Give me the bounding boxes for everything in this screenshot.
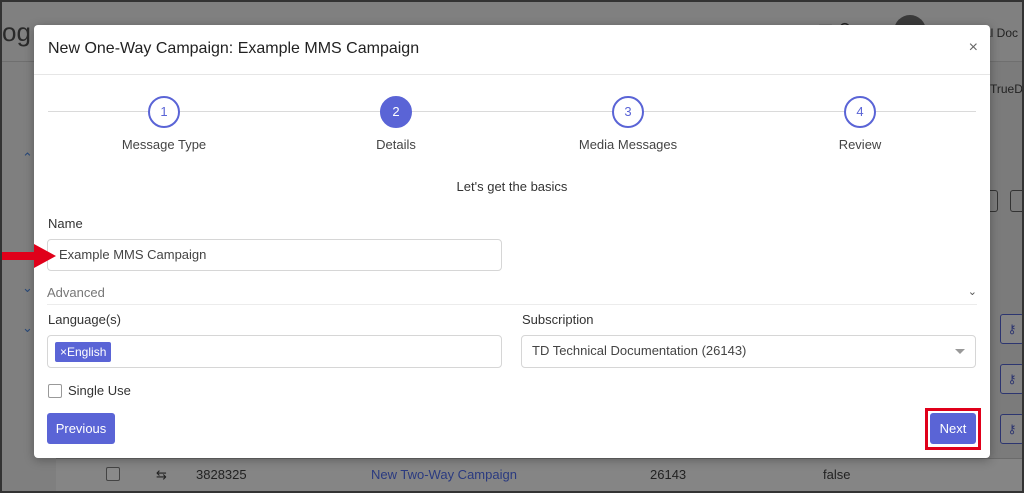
form-subtitle: Let's get the basics [456, 179, 568, 194]
chevron-down-icon: ⌄ [22, 280, 33, 295]
step-review[interactable]: 4 Review [780, 96, 940, 152]
step-label: Review [838, 137, 882, 152]
language-label: Language(s) [48, 312, 121, 327]
step-details[interactable]: 2 Details [316, 96, 476, 152]
step-label: Details [376, 137, 416, 152]
subscription-select[interactable]: TD Technical Documentation (26143) [521, 335, 976, 368]
step-number: 3 [612, 96, 644, 128]
step-message-type[interactable]: 1 Message Type [84, 96, 244, 152]
step-number: 4 [844, 96, 876, 128]
red-arrow-icon [2, 244, 56, 268]
row-id: 3828325 [196, 467, 247, 482]
key-icon: ⚷ [1000, 414, 1024, 444]
modal-header: New One-Way Campaign: Example MMS Campai… [34, 25, 990, 75]
previous-button[interactable]: Previous [47, 413, 115, 444]
close-icon[interactable]: × [969, 39, 978, 57]
language-multiselect[interactable]: ×English [47, 335, 502, 368]
row-flag: false [823, 467, 851, 482]
bg-table-row: ⇆ 3828325 New Two-Way Campaign 26143 fal… [56, 458, 1024, 493]
step-label: Message Type [121, 137, 207, 152]
step-number: 2 [380, 96, 412, 128]
step-number: 1 [148, 96, 180, 128]
row-checkbox [106, 467, 120, 481]
single-use-label: Single Use [68, 383, 131, 398]
key-icon: ⚷ [1000, 364, 1024, 394]
row-name: New Two-Way Campaign [371, 467, 517, 482]
key-icon: ⚷ [1000, 314, 1024, 344]
advanced-toggle[interactable]: Advanced ⌄ [47, 285, 977, 305]
bg-logo: og [2, 17, 31, 47]
single-use-checkbox[interactable] [48, 384, 62, 398]
chevron-down-icon: ⌄ [22, 320, 33, 335]
caret-down-icon [955, 349, 965, 354]
language-tag[interactable]: ×English [55, 342, 112, 362]
subscription-value: TD Technical Documentation (26143) [532, 343, 747, 358]
bg-column-header: TrueD [990, 82, 1023, 96]
step-label: Media Messages [578, 137, 678, 152]
next-button[interactable]: Next [930, 413, 976, 444]
subscription-label: Subscription [522, 312, 594, 327]
advanced-label: Advanced [47, 285, 105, 300]
swap-icon: ⇆ [156, 467, 167, 482]
row-subscription: 26143 [650, 467, 687, 482]
bg-button [1010, 190, 1024, 212]
name-label: Name [48, 216, 83, 231]
chevron-up-icon: ⌃ [22, 150, 33, 165]
modal-title: New One-Way Campaign: Example MMS Campai… [48, 40, 420, 57]
campaign-modal: New One-Way Campaign: Example MMS Campai… [34, 25, 990, 458]
name-input[interactable]: Example MMS Campaign [47, 239, 502, 271]
step-media-messages[interactable]: 3 Media Messages [548, 96, 708, 152]
chevron-down-icon: ⌄ [967, 286, 977, 298]
